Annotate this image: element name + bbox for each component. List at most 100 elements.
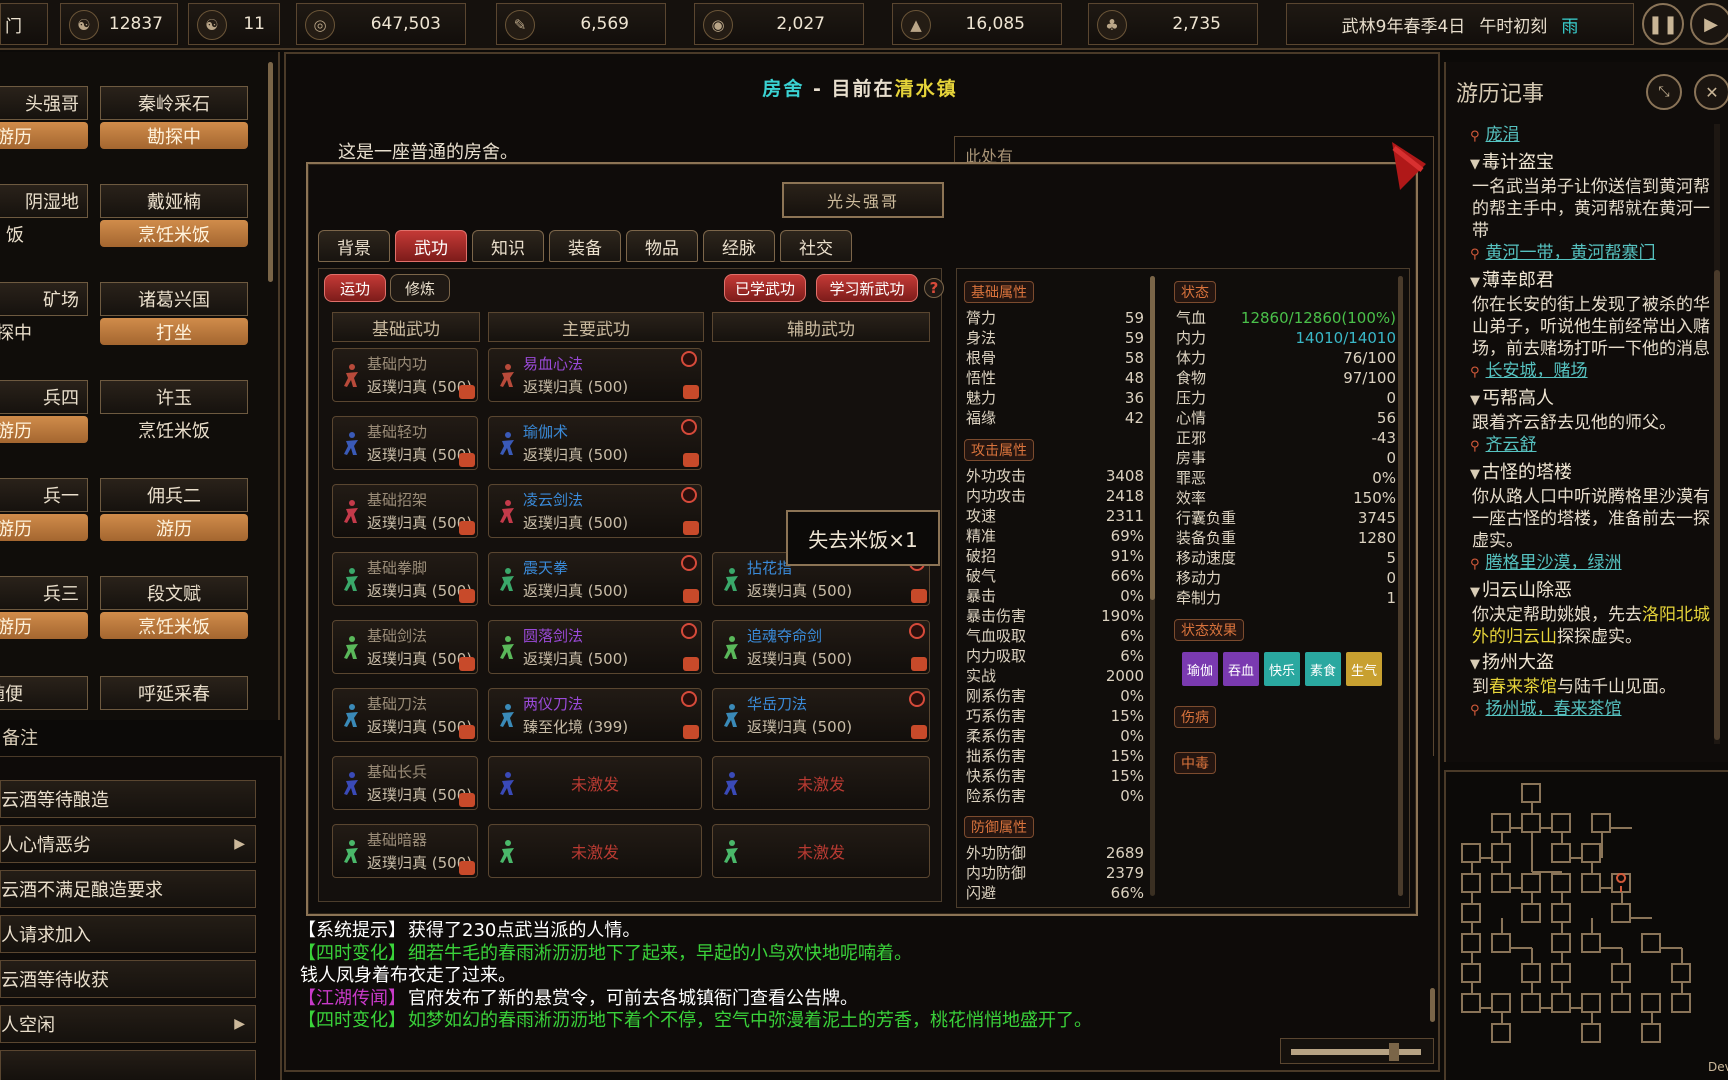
npc-card[interactable]: 佣兵二 游历 [100, 478, 248, 556]
help-button[interactable]: ? [924, 278, 944, 298]
npc-card[interactable]: 头强哥 游历 [0, 86, 88, 164]
basic-art-slot[interactable]: 基础长兵 返璞归真 (500) [332, 756, 478, 810]
eye-icon[interactable] [459, 861, 475, 875]
npc-card[interactable]: 矿场 探中 [0, 282, 88, 360]
resource-herb[interactable]: ♣ 2,735 [1088, 3, 1258, 45]
quest-title[interactable]: 薄幸郎君 [1470, 270, 1720, 294]
eye-icon[interactable] [459, 521, 475, 535]
eye-icon[interactable] [459, 657, 475, 671]
quest-entry[interactable]: 毒计盗宝一名武当弟子让你送信到黄河帮的帮主手中，黄河帮就在黄河一带⚲黄河一带，黄… [1470, 152, 1720, 266]
resource-yinyang[interactable]: ☯ 11 [188, 3, 280, 45]
main-art-slot[interactable]: 未激发 [488, 756, 702, 810]
unequip-icon[interactable] [681, 691, 697, 707]
quest-title[interactable]: 扬州大盗 [1470, 652, 1720, 676]
log-scrollbar[interactable] [1430, 988, 1435, 1022]
status-effect-badge[interactable]: 瑜伽 [1182, 652, 1218, 686]
aux-art-slot[interactable]: 华岳刀法 返璞归真 (500) [712, 688, 930, 742]
minimap[interactable]: Dev [1444, 770, 1728, 1080]
npc-card[interactable]: 许玉 烹饪米饭 [100, 380, 248, 458]
basic-art-slot[interactable]: 基础拳脚 返璞归真 (500) [332, 552, 478, 606]
main-art-slot[interactable]: 未激发 [488, 824, 702, 878]
eye-icon[interactable] [459, 385, 475, 399]
subtab-practice[interactable]: 修炼 [390, 274, 450, 302]
npc-card[interactable]: 兵四 游历 [0, 380, 88, 458]
eye-icon[interactable] [911, 589, 927, 603]
basic-art-slot[interactable]: 基础内功 返璞归真 (500) [332, 348, 478, 402]
tab-items[interactable]: 物品 [626, 230, 698, 262]
npc-card[interactable]: 戴娅楠 烹饪米饭 [100, 184, 248, 262]
unequip-icon[interactable] [681, 351, 697, 367]
tab-equipment[interactable]: 装备 [549, 230, 621, 262]
main-art-slot[interactable]: 凌云剑法 返璞归真 (500) [488, 484, 702, 538]
status-effect-badge[interactable]: 素食 [1305, 652, 1341, 686]
unequip-icon[interactable] [681, 487, 697, 503]
journal-top-link[interactable]: ⚲ 庞涓 [1470, 124, 1720, 148]
basic-art-slot[interactable]: 基础剑法 返璞归真 (500) [332, 620, 478, 674]
unequip-icon[interactable] [681, 623, 697, 639]
npc-list-scrollbar[interactable] [268, 62, 273, 282]
journal-scrollbar[interactable] [1714, 124, 1720, 744]
resource-coin[interactable]: ◎ 647,503 [296, 3, 466, 45]
eye-icon[interactable] [683, 657, 699, 671]
main-art-slot[interactable]: 易血心法 返璞归真 (500) [488, 348, 702, 402]
quest-title[interactable]: 毒计盗宝 [1470, 152, 1720, 176]
eye-icon[interactable] [683, 521, 699, 535]
note-item[interactable]: 人请求加入 [0, 915, 256, 953]
npc-card[interactable]: 兵三 游历 [0, 576, 88, 654]
quest-entry[interactable]: 归云山除恶你决定帮助姚娘，先去洛阳北城外的归云山探探虚实。 [1470, 580, 1720, 648]
tab-social[interactable]: 社交 [780, 230, 852, 262]
resource-reputation[interactable]: ☯ 12837 [60, 3, 178, 45]
unequip-icon[interactable] [909, 623, 925, 639]
note-item[interactable]: 云酒不满足酿造要求 [0, 870, 256, 908]
aux-art-slot[interactable]: 未激发 [712, 756, 930, 810]
basic-art-slot[interactable]: 基础招架 返璞归真 (500) [332, 484, 478, 538]
quest-entry[interactable]: 丐帮高人跟着齐云舒去见他的师父。⚲齐云舒 [1470, 388, 1720, 458]
eye-icon[interactable] [683, 453, 699, 467]
unequip-icon[interactable] [909, 691, 925, 707]
quest-title[interactable]: 归云山除恶 [1470, 580, 1720, 604]
tab-meridians[interactable]: 经脉 [703, 230, 775, 262]
npc-card[interactable]: 呼延采春 [100, 676, 248, 712]
npc-card[interactable]: 兵一 游历 [0, 478, 88, 556]
resource-wood[interactable]: ✎ 6,569 [496, 3, 666, 45]
status-scrollbar[interactable] [1398, 276, 1403, 896]
tab-knowledge[interactable]: 知识 [472, 230, 544, 262]
eye-icon[interactable] [459, 589, 475, 603]
note-item[interactable]: 云酒等待收获 [0, 960, 256, 998]
play-button[interactable]: ▶ [1690, 3, 1728, 45]
basic-art-slot[interactable]: 基础暗器 返璞归真 (500) [332, 824, 478, 878]
subtab-circulate[interactable]: 运功 [324, 274, 386, 302]
quest-entry[interactable]: 古怪的塔楼你从路人口中听说腾格里沙漠有一座古怪的塔楼，准备前去一探虚实。⚲腾格里… [1470, 462, 1720, 576]
npc-card[interactable]: 随便 [0, 676, 88, 712]
eye-icon[interactable] [683, 725, 699, 739]
status-effect-badge[interactable]: 生气 [1346, 652, 1382, 686]
unequip-icon[interactable] [681, 555, 697, 571]
status-effect-badge[interactable]: 快乐 [1264, 652, 1300, 686]
basic-art-slot[interactable]: 基础刀法 返璞归真 (500) [332, 688, 478, 742]
main-art-slot[interactable]: 瑜伽术 返璞归真 (500) [488, 416, 702, 470]
quest-location[interactable]: ⚲ 长安城，赌场 [1470, 360, 1720, 384]
quest-location[interactable]: ⚲ 扬州城，春来茶馆 [1470, 698, 1720, 722]
eye-icon[interactable] [683, 385, 699, 399]
note-item-partial[interactable] [0, 1050, 256, 1080]
aux-art-slot[interactable]: 未激发 [712, 824, 930, 878]
eye-icon[interactable] [683, 589, 699, 603]
close-journal-button[interactable]: ✕ [1694, 74, 1728, 110]
collapse-journal-button[interactable]: ⤡ [1646, 74, 1682, 110]
zoom-slider[interactable] [1280, 1038, 1434, 1064]
quest-title[interactable]: 丐帮高人 [1470, 388, 1720, 412]
npc-card[interactable]: 段文赋 烹饪米饭 [100, 576, 248, 654]
main-art-slot[interactable]: 两仪刀法 臻至化境 (399) [488, 688, 702, 742]
eye-icon[interactable] [911, 725, 927, 739]
eye-icon[interactable] [459, 453, 475, 467]
status-effect-badge[interactable]: 吞血 [1223, 652, 1259, 686]
quest-entry[interactable]: 薄幸郎君你在长安的街上发现了被杀的华山弟子，听说他生前经常出入赌场，前去赌场打听… [1470, 270, 1720, 384]
basic-art-slot[interactable]: 基础轻功 返璞归真 (500) [332, 416, 478, 470]
main-art-slot[interactable]: 圆落剑法 返璞归真 (500) [488, 620, 702, 674]
slider-knob[interactable] [1389, 1043, 1399, 1061]
learn-new-art-button[interactable]: 学习新武功 [816, 274, 918, 302]
npc-card[interactable]: 秦岭采石 勘探中 [100, 86, 248, 164]
resource-food[interactable]: ◉ 2,027 [694, 3, 864, 45]
npc-card[interactable]: 诸葛兴国 打坐 [100, 282, 248, 360]
eye-icon[interactable] [459, 793, 475, 807]
